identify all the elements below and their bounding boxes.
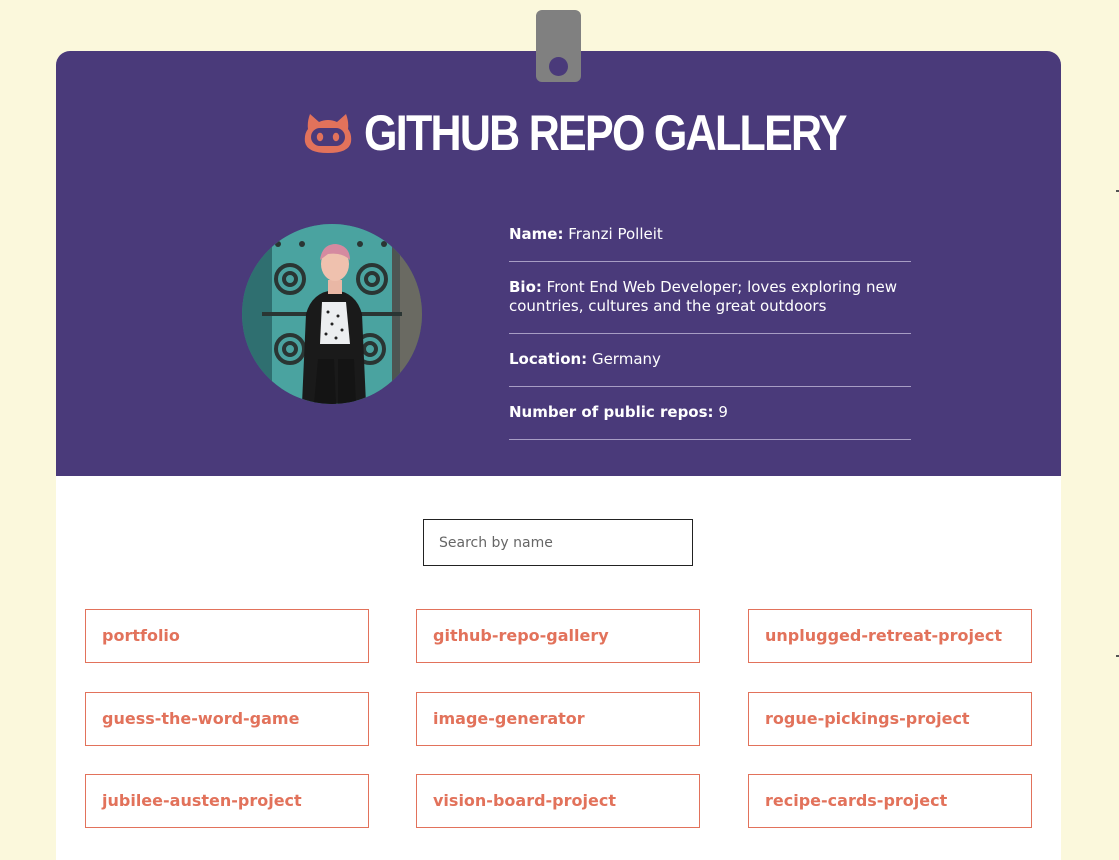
search-input[interactable] xyxy=(423,519,693,566)
avatar xyxy=(242,224,422,404)
repo-card-guess-the-word-game[interactable]: guess-the-word-game xyxy=(85,692,369,746)
profile-header: GITHUB REPO GALLERY Name: Franzi Polleit… xyxy=(56,51,1061,476)
page: GITHUB REPO GALLERY Name: Franzi Polleit… xyxy=(0,0,1119,860)
repo-card-vision-board-project[interactable]: vision-board-project xyxy=(416,774,700,828)
repos-count-label: Number of public repos: xyxy=(509,403,714,421)
profile-bio-row: Bio: Front End Web Developer; loves expl… xyxy=(509,262,911,334)
profile-repos-row: Number of public repos: 9 xyxy=(509,387,911,440)
repo-card-unplugged-retreat-project[interactable]: unplugged-retreat-project xyxy=(748,609,1032,663)
gallery-card: GITHUB REPO GALLERY Name: Franzi Polleit… xyxy=(56,51,1061,860)
profile-location-row: Location: Germany xyxy=(509,334,911,387)
repo-card-portfolio[interactable]: portfolio xyxy=(85,609,369,663)
repo-card-github-repo-gallery[interactable]: github-repo-gallery xyxy=(416,609,700,663)
clipboard-clip xyxy=(536,10,581,82)
location-label: Location: xyxy=(509,350,588,368)
bio-label: Bio: xyxy=(509,278,542,296)
clip-hole xyxy=(549,57,568,76)
profile-photo xyxy=(242,224,422,404)
github-octocat-icon xyxy=(304,114,351,153)
repos-count-value: 9 xyxy=(718,403,728,421)
repo-card-recipe-cards-project[interactable]: recipe-cards-project xyxy=(748,774,1032,828)
name-label: Name: xyxy=(509,225,564,243)
profile-name-row: Name: Franzi Polleit xyxy=(509,209,911,262)
repo-card-jubilee-austen-project[interactable]: jubilee-austen-project xyxy=(85,774,369,828)
name-value: Franzi Polleit xyxy=(568,225,663,243)
page-title-text: GITHUB REPO GALLERY xyxy=(363,105,847,161)
repo-card-rogue-pickings-project[interactable]: rogue-pickings-project xyxy=(748,692,1032,746)
location-value: Germany xyxy=(591,350,661,368)
page-title: GITHUB REPO GALLERY xyxy=(56,103,1061,163)
profile-info: Name: Franzi Polleit Bio: Front End Web … xyxy=(509,209,911,440)
bio-value: Front End Web Developer; loves exploring… xyxy=(509,278,897,315)
repo-card-image-generator[interactable]: image-generator xyxy=(416,692,700,746)
